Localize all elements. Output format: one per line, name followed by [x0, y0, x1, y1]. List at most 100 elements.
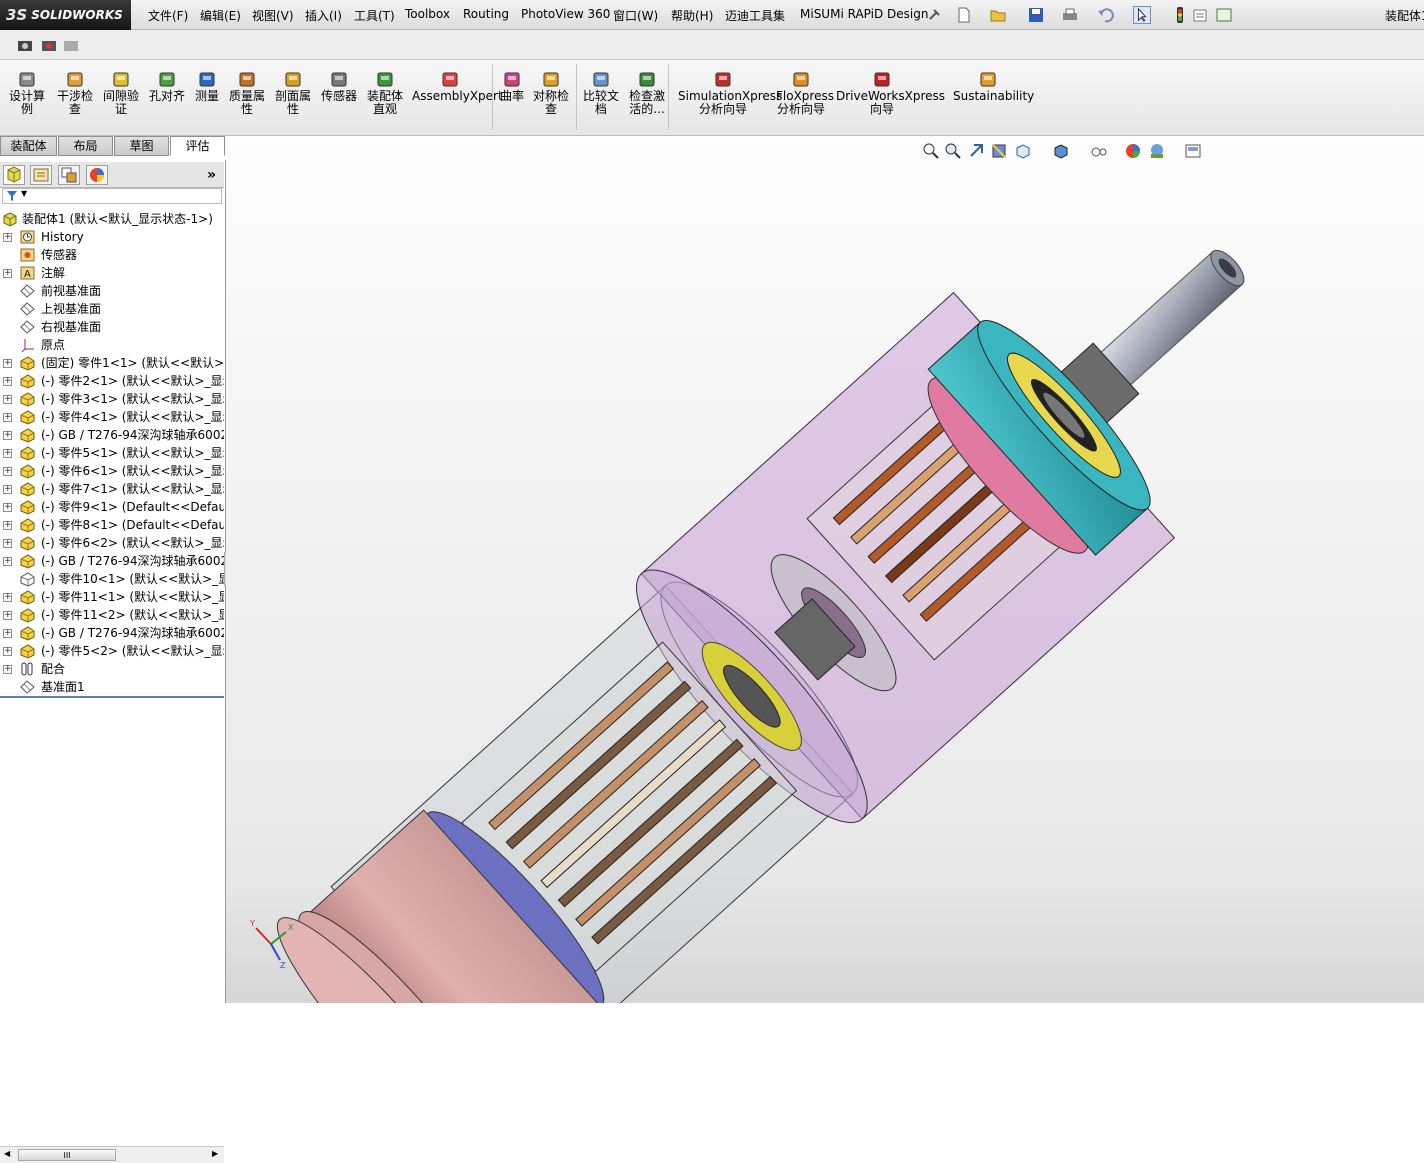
tree-node[interactable]: + (-) 零件9<1> (Default<<Default: [0, 498, 224, 516]
pin-icon[interactable]: [925, 6, 943, 24]
tree-node[interactable]: + (-) 零件11<2> (默认<<默认>_显: [0, 606, 224, 624]
solidworks-logo[interactable]: 3S SOLIDWORKS: [0, 0, 131, 30]
display-style-icon[interactable]: [1052, 142, 1070, 160]
expand-icon[interactable]: +: [3, 503, 12, 512]
hide-show-items-icon[interactable]: [1090, 142, 1108, 160]
cmd-sensor-button[interactable]: 传感器: [320, 70, 358, 103]
tree-node[interactable]: 右视基准面: [0, 318, 224, 336]
horizontal-scrollbar[interactable]: ◀ III ▶: [0, 1146, 224, 1163]
tree-node[interactable]: + (固定) 零件1<1> (默认<<默认>_: [0, 354, 224, 372]
expand-icon[interactable]: +: [3, 629, 12, 638]
tree-node[interactable]: + (-) 零件8<1> (Default<<Default: [0, 516, 224, 534]
customize-icon[interactable]: [1215, 6, 1233, 24]
expand-icon[interactable]: +: [3, 413, 12, 422]
menu-7[interactable]: PhotoView 360: [521, 7, 610, 21]
menu-6[interactable]: Routing: [463, 7, 509, 21]
tree-node[interactable]: + A 注解: [0, 264, 224, 282]
expand-icon[interactable]: +: [3, 485, 12, 494]
expand-icon[interactable]: +: [3, 521, 12, 530]
select-cursor-icon[interactable]: [1133, 6, 1151, 24]
expand-icon[interactable]: +: [3, 539, 12, 548]
cmd-floxpress-button[interactable]: FloXpress 分析向导: [776, 70, 834, 116]
tree-node[interactable]: + (-) 零件6<1> (默认<<默认>_显示: [0, 462, 224, 480]
tree-node[interactable]: + (-) 零件4<1> (默认<<默认>_显示: [0, 408, 224, 426]
traffic-light-icon[interactable]: [1171, 6, 1189, 24]
previous-view-icon[interactable]: [968, 142, 986, 160]
feature-manager-tab[interactable]: [3, 165, 25, 185]
cmd-compare-button[interactable]: 比较文 档: [582, 70, 620, 116]
expand-icon[interactable]: +: [3, 377, 12, 386]
scrollbar-thumb[interactable]: III: [18, 1149, 116, 1161]
tree-node[interactable]: + (-) 零件2<1> (默认<<默认>_显示: [0, 372, 224, 390]
save-icon[interactable]: [1027, 6, 1045, 24]
undo-icon[interactable]: [1097, 6, 1115, 24]
expand-icon[interactable]: +: [3, 557, 12, 566]
menu-4[interactable]: 工具(T): [354, 7, 395, 24]
cmd-simulationxpress-button[interactable]: SimulationXpress 分析向导: [678, 70, 782, 116]
tree-node[interactable]: 原点: [0, 336, 224, 354]
tree-node[interactable]: (-) 零件10<1> (默认<<默认>_显: [0, 570, 224, 588]
menu-2[interactable]: 视图(V): [252, 7, 294, 24]
expand-icon[interactable]: +: [3, 359, 12, 368]
expand-icon[interactable]: +: [3, 233, 12, 242]
expand-icon[interactable]: +: [3, 449, 12, 458]
cmd-hole-alignment-button[interactable]: 孔对齐: [148, 70, 186, 103]
tree-node[interactable]: 前视基准面: [0, 282, 224, 300]
tab-0[interactable]: 装配体: [0, 136, 57, 156]
new-document-icon[interactable]: [955, 6, 973, 24]
cmd-interference-button[interactable]: 干涉检 查: [56, 70, 94, 116]
menu-10[interactable]: 迈迪工具集: [725, 7, 785, 24]
cmd-sustainability-button[interactable]: Sustainability: [953, 70, 1034, 103]
zoom-to-fit-icon[interactable]: [922, 142, 940, 160]
graphics-area[interactable]: Y X Z: [226, 136, 1424, 1145]
cmd-curvature-button[interactable]: 曲率: [498, 70, 526, 103]
tree-node[interactable]: + (-) GB / T276-94深沟球轴承6002: [0, 552, 224, 570]
cmd-mass-properties-button[interactable]: 质量属 性: [228, 70, 266, 116]
tree-node[interactable]: 基准面1: [0, 678, 224, 696]
tree-node[interactable]: + (-) 零件7<1> (默认<<默认>_显示: [0, 480, 224, 498]
tree-node[interactable]: 上视基准面: [0, 300, 224, 318]
filter-dropdown-icon[interactable]: ▼: [21, 189, 27, 198]
tree-filter[interactable]: ▼: [2, 188, 222, 204]
options-icon[interactable]: [1191, 6, 1209, 24]
configuration-manager-tab[interactable]: [58, 165, 80, 185]
cmd-section-properties-button[interactable]: 剖面属 性: [274, 70, 312, 116]
property-manager-tab[interactable]: [30, 165, 52, 185]
tree-node[interactable]: + History: [0, 228, 224, 246]
cmd-clearance-button[interactable]: 间隙验 证: [102, 70, 140, 116]
print-icon[interactable]: [1061, 6, 1079, 24]
view-orientation-icon[interactable]: [1014, 142, 1032, 160]
scroll-right-icon[interactable]: ▶: [212, 1149, 218, 1158]
menu-1[interactable]: 编辑(E): [200, 7, 241, 24]
tab-3[interactable]: 评估: [170, 136, 225, 156]
tree-node[interactable]: + 配合: [0, 660, 224, 678]
apply-scene-icon[interactable]: [1148, 142, 1166, 160]
menu-11[interactable]: MiSUMi RAPiD Design: [800, 7, 928, 21]
expand-icon[interactable]: +: [3, 611, 12, 620]
cmd-check-active-button[interactable]: 检查激 活的...: [628, 70, 666, 116]
camera-icon[interactable]: [16, 36, 34, 54]
expand-icon[interactable]: +: [3, 269, 12, 278]
display-manager-tab[interactable]: [86, 165, 108, 185]
expand-pane-icon[interactable]: »: [207, 167, 216, 183]
tree-node[interactable]: + (-) 零件5<1> (默认<<默认>_显示: [0, 444, 224, 462]
tree-node[interactable]: + (-) 零件3<1> (默认<<默认>_显示: [0, 390, 224, 408]
cmd-driveworksxpress-button[interactable]: DriveWorksXpress 向导: [836, 70, 945, 116]
expand-icon[interactable]: +: [3, 467, 12, 476]
cmd-assemblyxpert-button[interactable]: AssemblyXpert: [412, 70, 503, 103]
menu-9[interactable]: 帮助(H): [671, 7, 713, 24]
tree-node[interactable]: 传感器: [0, 246, 224, 264]
tree-node[interactable]: + (-) GB / T276-94深沟球轴承6002: [0, 624, 224, 642]
cmd-assembly-visualization-button[interactable]: 装配体 直观: [366, 70, 404, 116]
expand-icon[interactable]: +: [3, 647, 12, 656]
expand-icon[interactable]: +: [3, 431, 12, 440]
expand-icon[interactable]: +: [3, 593, 12, 602]
tree-node[interactable]: + (-) 零件6<2> (默认<<默认>_显示: [0, 534, 224, 552]
tree-root[interactable]: 装配体1 (默认<默认_显示状态-1>): [0, 210, 224, 228]
expand-icon[interactable]: +: [3, 395, 12, 404]
menu-5[interactable]: Toolbox: [405, 7, 450, 21]
menu-8[interactable]: 窗口(W): [613, 7, 658, 24]
edit-appearance-icon[interactable]: [1124, 142, 1142, 160]
stop-record-icon[interactable]: [62, 36, 80, 54]
menu-0[interactable]: 文件(F): [148, 7, 188, 24]
